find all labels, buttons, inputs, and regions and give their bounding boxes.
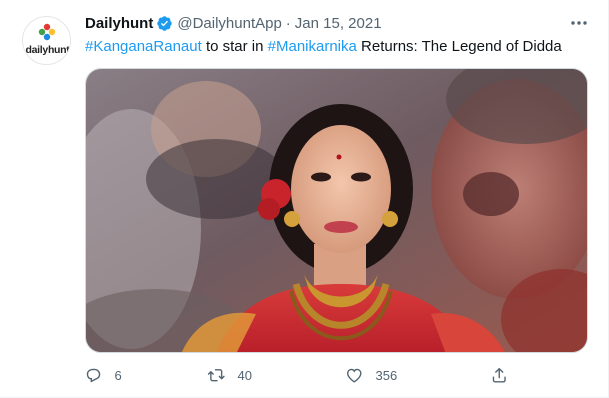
tweet-actions: 6 40 356 [0,365,609,385]
display-name[interactable]: Dailyhunt [85,15,153,32]
reply-icon [86,368,101,383]
retweet-icon [207,368,225,382]
tweet-date[interactable]: Jan 15, 2021 [295,15,382,32]
reply-count: 6 [114,367,122,383]
like-button[interactable]: 356 [345,365,397,385]
tweet-text: #KanganaRanaut to star in #Manikarnika R… [85,37,562,57]
like-icon [347,368,362,383]
dailyhunt-logo-icon [38,23,56,41]
verified-badge-icon [157,15,173,31]
photo-image [86,69,587,352]
user-handle[interactable]: @DailyhuntApp [177,15,281,32]
tweet-header: Dailyhunt @DailyhuntApp · Jan 15, 2021 [85,13,382,33]
avatar[interactable]: dailyhunt [22,16,71,65]
hashtag-link[interactable]: #KanganaRanaut [85,38,202,55]
separator-dot: · [285,14,291,32]
retweet-count: 40 [237,367,252,383]
more-button[interactable] [568,14,590,32]
like-count: 356 [375,367,398,383]
tweet-photo[interactable] [85,68,588,353]
reply-button[interactable]: 6 [84,365,122,385]
more-icon [571,21,587,25]
tweet-text-segment: Returns: The Legend of Didda [356,38,562,55]
retweet-button[interactable]: 40 [207,365,252,385]
tweet-card[interactable]: dailyhunt Dailyhunt @DailyhuntApp · Jan … [0,0,609,398]
avatar-logo-text: dailyhunt [25,44,70,56]
hashtag-link[interactable]: #Manikarnika [268,38,357,55]
share-button[interactable] [490,365,509,385]
tweet-text-segment: to star in [201,38,268,55]
share-icon [492,367,506,383]
